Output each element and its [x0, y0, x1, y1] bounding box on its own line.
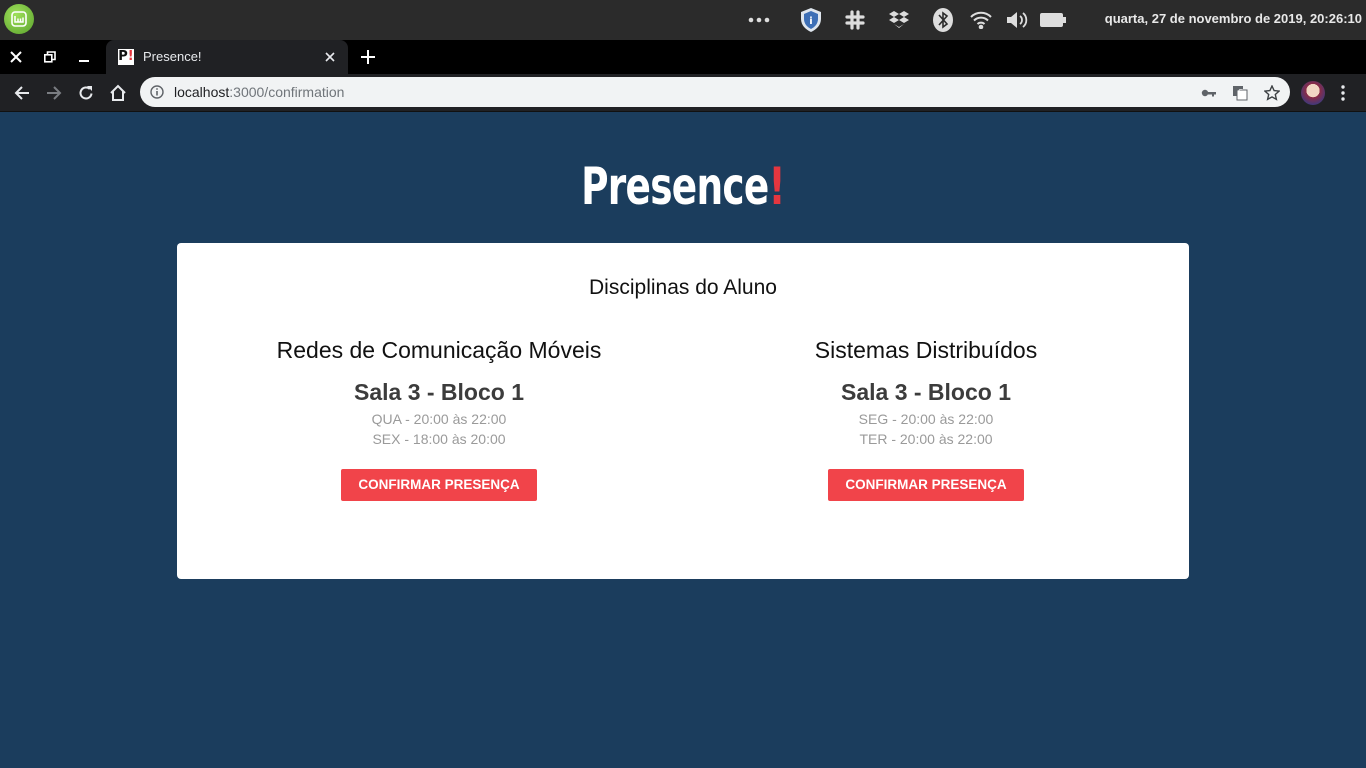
window-minimize-icon[interactable] [68, 40, 100, 74]
window-restore-icon[interactable] [34, 40, 66, 74]
new-tab-icon[interactable] [356, 45, 380, 69]
star-icon[interactable] [1261, 82, 1283, 104]
key-icon[interactable] [1198, 82, 1220, 104]
shield-icon[interactable]: i [796, 0, 826, 40]
window-close-icon[interactable] [0, 40, 32, 74]
browser-toolbar: localhost:3000/confirmation G [0, 74, 1366, 112]
translate-icon[interactable]: G [1229, 82, 1251, 104]
tab-close-icon[interactable] [320, 47, 340, 67]
slack-icon[interactable] [840, 0, 870, 40]
mint-menu-icon[interactable] [4, 4, 34, 34]
browser-tab-strip: P! Presence! [0, 40, 1366, 74]
course-time: SEG - 20:00 às 22:00 [858, 411, 994, 427]
bluetooth-icon[interactable] [928, 0, 958, 40]
home-icon[interactable] [104, 79, 132, 107]
back-icon[interactable] [8, 79, 36, 107]
course-time: TER - 20:00 às 22:00 [859, 431, 993, 447]
profile-avatar[interactable] [1301, 81, 1325, 105]
system-top-bar: i quarta, 27 de novembro de 2019, 20:26:… [0, 0, 1366, 40]
wifi-icon[interactable] [966, 0, 996, 40]
address-bar[interactable]: localhost:3000/confirmation G [140, 77, 1290, 107]
volume-icon[interactable] [1002, 0, 1032, 40]
svg-text:i: i [809, 16, 812, 27]
course-room: Sala 3 - Bloco 1 [353, 379, 524, 405]
url-text[interactable]: localhost:3000/confirmation [174, 84, 344, 100]
menu-icon[interactable] [1333, 81, 1353, 105]
courses-card: Disciplinas do Aluno Redes de Comunicaçã… [177, 243, 1189, 579]
confirm-presence-button[interactable]: Confirmar presença [341, 469, 537, 501]
course-time: SEX - 18:00 às 20:00 [372, 431, 506, 447]
page-content: Presence! Disciplinas do Aluno Redes de … [0, 112, 1366, 768]
info-icon[interactable] [148, 83, 166, 101]
tab-favicon: P! [118, 49, 134, 65]
card-title: Disciplinas do Aluno [589, 276, 777, 299]
confirm-presence-button[interactable]: Confirmar presença [828, 469, 1024, 501]
more-dots-icon[interactable] [744, 0, 774, 40]
course-time: QUA - 20:00 às 22:00 [371, 411, 507, 427]
tab-presence[interactable]: P! Presence! [106, 40, 348, 74]
course-card: Sistemas Distribuídos Sala 3 - Bloco 1 S… [726, 336, 1126, 501]
reload-icon[interactable] [72, 79, 100, 107]
course-room: Sala 3 - Bloco 1 [840, 379, 1011, 405]
course-card: Redes de Comunicação Móveis Sala 3 - Blo… [239, 336, 639, 501]
svg-text:G: G [1238, 88, 1243, 96]
course-name: Redes de Comunicação Móveis [276, 337, 602, 363]
presence-logo: Presence! [581, 157, 786, 217]
system-clock[interactable]: quarta, 27 de novembro de 2019, 20:26:10 [1105, 0, 1362, 40]
tab-title: Presence! [143, 49, 202, 64]
dropbox-icon[interactable] [884, 0, 914, 40]
course-name: Sistemas Distribuídos [814, 337, 1038, 363]
forward-icon[interactable] [40, 79, 68, 107]
battery-icon[interactable] [1038, 0, 1068, 40]
